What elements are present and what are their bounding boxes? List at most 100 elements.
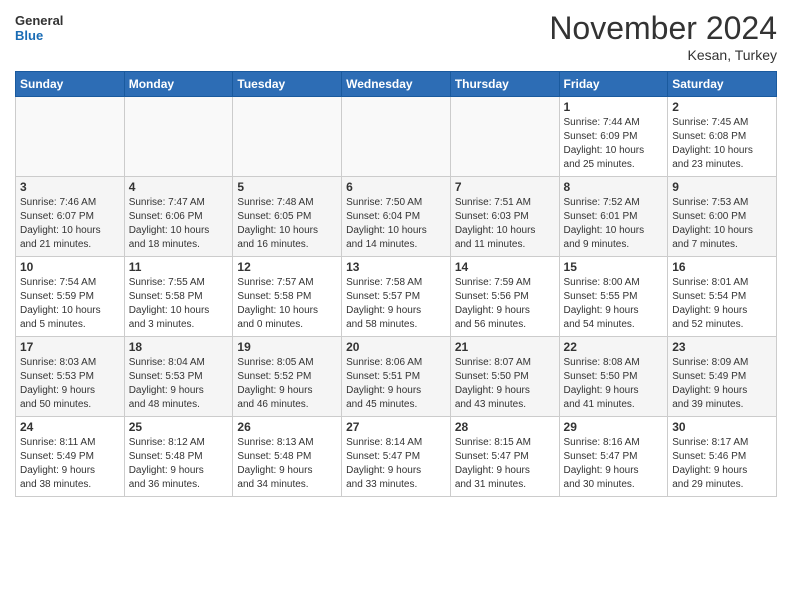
day-info: Sunrise: 8:01 AM Sunset: 5:54 PM Dayligh… xyxy=(672,276,772,332)
calendar-cell: 15 Sunrise: 8:00 AM Sunset: 5:55 PM Dayli… xyxy=(559,257,668,337)
calendar-cell: 20Sunrise: 8:06 AM Sunset: 5:51 PM Dayli… xyxy=(342,337,451,417)
weekday-header: Wednesday xyxy=(342,72,451,97)
day-number: 22 xyxy=(564,340,664,354)
calendar-cell: 10 Sunrise: 7:54 AM Sunset: 5:59 PM Dayli… xyxy=(16,257,125,337)
calendar-cell: 13Sunrise: 7:58 AM Sunset: 5:57 PM Dayli… xyxy=(342,257,451,337)
day-info: Sunrise: 7:51 AM Sunset: 6:03 PM Dayligh… xyxy=(455,196,555,252)
weekday-header: Sunday xyxy=(16,72,125,97)
svg-text:General: General xyxy=(15,13,63,28)
day-number: 1 xyxy=(564,100,664,114)
day-info: Sunrise: 7:59 AM Sunset: 5:56 PM Dayligh… xyxy=(455,276,555,332)
calendar-week-row: 10 Sunrise: 7:54 AM Sunset: 5:59 PM Dayli… xyxy=(16,257,777,337)
day-number: 13 xyxy=(346,260,446,274)
weekday-header: Friday xyxy=(559,72,668,97)
day-number: 19 xyxy=(237,340,337,354)
day-number: 12 xyxy=(237,260,337,274)
day-info: Sunrise: 7:57 AM Sunset: 5:58 PM Dayligh… xyxy=(237,276,337,332)
calendar-cell xyxy=(342,97,451,177)
calendar-week-row: 24 Sunrise: 8:11 AM Sunset: 5:49 PM Dayli… xyxy=(16,417,777,497)
calendar-cell: 26Sunrise: 8:13 AM Sunset: 5:48 PM Dayli… xyxy=(233,417,342,497)
weekday-header-row: SundayMondayTuesdayWednesdayThursdayFrid… xyxy=(16,72,777,97)
day-number: 25 xyxy=(129,420,229,434)
day-info: Sunrise: 7:52 AM Sunset: 6:01 PM Dayligh… xyxy=(564,196,664,252)
calendar-week-row: 17 Sunrise: 8:03 AM Sunset: 5:53 PM Dayli… xyxy=(16,337,777,417)
day-info: Sunrise: 7:50 AM Sunset: 6:04 PM Dayligh… xyxy=(346,196,446,252)
calendar-week-row: 1 Sunrise: 7:44 AM Sunset: 6:09 PM Daylig… xyxy=(16,97,777,177)
calendar-cell: 1 Sunrise: 7:44 AM Sunset: 6:09 PM Daylig… xyxy=(559,97,668,177)
day-number: 3 xyxy=(20,180,120,194)
day-number: 30 xyxy=(672,420,772,434)
header: General Blue November 2024 Kesan, Turkey xyxy=(15,10,777,63)
day-info: Sunrise: 7:55 AM Sunset: 5:58 PM Dayligh… xyxy=(129,276,229,332)
day-info: Sunrise: 7:48 AM Sunset: 6:05 PM Dayligh… xyxy=(237,196,337,252)
weekday-header: Saturday xyxy=(668,72,777,97)
day-info: Sunrise: 8:09 AM Sunset: 5:49 PM Dayligh… xyxy=(672,356,772,412)
day-info: Sunrise: 8:14 AM Sunset: 5:47 PM Dayligh… xyxy=(346,436,446,492)
day-info: Sunrise: 8:06 AM Sunset: 5:51 PM Dayligh… xyxy=(346,356,446,412)
calendar-cell: 9 Sunrise: 7:53 AM Sunset: 6:00 PM Daylig… xyxy=(668,177,777,257)
day-info: Sunrise: 8:16 AM Sunset: 5:47 PM Dayligh… xyxy=(564,436,664,492)
weekday-header: Thursday xyxy=(450,72,559,97)
calendar-cell: 3 Sunrise: 7:46 AM Sunset: 6:07 PM Daylig… xyxy=(16,177,125,257)
day-info: Sunrise: 8:05 AM Sunset: 5:52 PM Dayligh… xyxy=(237,356,337,412)
calendar-cell: 11 Sunrise: 7:55 AM Sunset: 5:58 PM Dayli… xyxy=(124,257,233,337)
day-info: Sunrise: 7:53 AM Sunset: 6:00 PM Dayligh… xyxy=(672,196,772,252)
day-number: 21 xyxy=(455,340,555,354)
calendar-week-row: 3 Sunrise: 7:46 AM Sunset: 6:07 PM Daylig… xyxy=(16,177,777,257)
day-number: 14 xyxy=(455,260,555,274)
calendar-cell xyxy=(450,97,559,177)
day-info: Sunrise: 8:12 AM Sunset: 5:48 PM Dayligh… xyxy=(129,436,229,492)
day-number: 28 xyxy=(455,420,555,434)
day-number: 15 xyxy=(564,260,664,274)
month-title: November 2024 xyxy=(549,10,777,47)
calendar-cell: 17 Sunrise: 8:03 AM Sunset: 5:53 PM Dayli… xyxy=(16,337,125,417)
day-number: 16 xyxy=(672,260,772,274)
calendar-cell: 23 Sunrise: 8:09 AM Sunset: 5:49 PM Dayli… xyxy=(668,337,777,417)
calendar-cell: 19 Sunrise: 8:05 AM Sunset: 5:52 PM Dayli… xyxy=(233,337,342,417)
calendar-cell: 7 Sunrise: 7:51 AM Sunset: 6:03 PM Daylig… xyxy=(450,177,559,257)
calendar-cell: 4 Sunrise: 7:47 AM Sunset: 6:06 PM Daylig… xyxy=(124,177,233,257)
day-info: Sunrise: 8:07 AM Sunset: 5:50 PM Dayligh… xyxy=(455,356,555,412)
calendar-cell: 24 Sunrise: 8:11 AM Sunset: 5:49 PM Dayli… xyxy=(16,417,125,497)
weekday-header: Monday xyxy=(124,72,233,97)
weekday-header: Tuesday xyxy=(233,72,342,97)
day-number: 10 xyxy=(20,260,120,274)
day-number: 6 xyxy=(346,180,446,194)
calendar-cell: 6 Sunrise: 7:50 AM Sunset: 6:04 PM Daylig… xyxy=(342,177,451,257)
day-number: 5 xyxy=(237,180,337,194)
calendar-cell xyxy=(233,97,342,177)
day-info: Sunrise: 8:11 AM Sunset: 5:49 PM Dayligh… xyxy=(20,436,120,492)
day-number: 9 xyxy=(672,180,772,194)
day-info: Sunrise: 7:44 AM Sunset: 6:09 PM Dayligh… xyxy=(564,116,664,172)
calendar-cell: 2Sunrise: 7:45 AM Sunset: 6:08 PM Daylig… xyxy=(668,97,777,177)
day-number: 8 xyxy=(564,180,664,194)
day-info: Sunrise: 8:13 AM Sunset: 5:48 PM Dayligh… xyxy=(237,436,337,492)
day-info: Sunrise: 8:17 AM Sunset: 5:46 PM Dayligh… xyxy=(672,436,772,492)
calendar-cell: 27Sunrise: 8:14 AM Sunset: 5:47 PM Dayli… xyxy=(342,417,451,497)
day-info: Sunrise: 8:04 AM Sunset: 5:53 PM Dayligh… xyxy=(129,356,229,412)
calendar-cell: 5 Sunrise: 7:48 AM Sunset: 6:05 PM Daylig… xyxy=(233,177,342,257)
title-block: November 2024 Kesan, Turkey xyxy=(549,10,777,63)
day-number: 11 xyxy=(129,260,229,274)
day-info: Sunrise: 7:46 AM Sunset: 6:07 PM Dayligh… xyxy=(20,196,120,252)
location: Kesan, Turkey xyxy=(549,47,777,63)
calendar-cell: 30 Sunrise: 8:17 AM Sunset: 5:46 PM Dayli… xyxy=(668,417,777,497)
calendar-table: SundayMondayTuesdayWednesdayThursdayFrid… xyxy=(15,71,777,497)
day-number: 2 xyxy=(672,100,772,114)
day-number: 7 xyxy=(455,180,555,194)
logo-svg: General Blue xyxy=(15,10,75,45)
day-number: 4 xyxy=(129,180,229,194)
day-info: Sunrise: 8:00 AM Sunset: 5:55 PM Dayligh… xyxy=(564,276,664,332)
day-info: Sunrise: 7:47 AM Sunset: 6:06 PM Dayligh… xyxy=(129,196,229,252)
calendar-cell xyxy=(124,97,233,177)
day-info: Sunrise: 8:03 AM Sunset: 5:53 PM Dayligh… xyxy=(20,356,120,412)
day-info: Sunrise: 7:54 AM Sunset: 5:59 PM Dayligh… xyxy=(20,276,120,332)
day-number: 17 xyxy=(20,340,120,354)
page: General Blue November 2024 Kesan, Turkey… xyxy=(0,0,792,507)
day-number: 24 xyxy=(20,420,120,434)
calendar-cell: 18Sunrise: 8:04 AM Sunset: 5:53 PM Dayli… xyxy=(124,337,233,417)
calendar-cell: 14 Sunrise: 7:59 AM Sunset: 5:56 PM Dayli… xyxy=(450,257,559,337)
day-number: 23 xyxy=(672,340,772,354)
svg-text:Blue: Blue xyxy=(15,28,43,43)
calendar-cell: 12 Sunrise: 7:57 AM Sunset: 5:58 PM Dayli… xyxy=(233,257,342,337)
